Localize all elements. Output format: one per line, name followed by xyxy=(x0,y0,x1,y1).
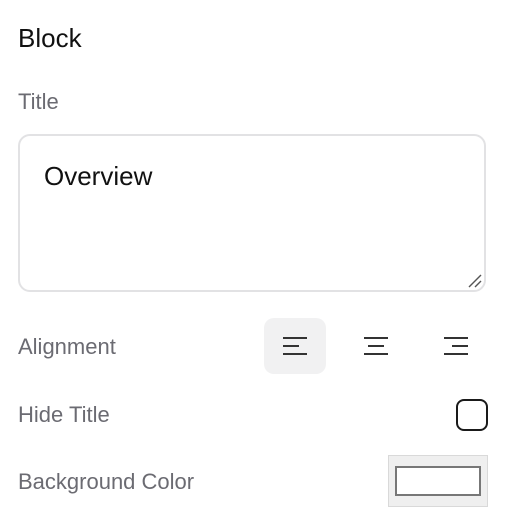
section-heading: Block xyxy=(18,23,82,53)
align-right-button[interactable] xyxy=(425,318,487,374)
title-label: Title xyxy=(18,89,59,114)
title-textarea-container: Overview xyxy=(18,134,486,292)
align-left-button[interactable] xyxy=(264,318,326,374)
block-settings-panel: Block Title Overview Alignment Hide Titl… xyxy=(0,0,506,530)
align-right-icon xyxy=(444,337,468,355)
title-textarea[interactable]: Overview xyxy=(20,136,484,290)
background-color-label: Background Color xyxy=(18,469,195,494)
hide-title-checkbox[interactable] xyxy=(456,399,488,431)
background-color-picker[interactable] xyxy=(388,455,488,507)
align-center-icon xyxy=(364,337,388,355)
resize-handle-icon[interactable] xyxy=(466,272,482,288)
hide-title-label: Hide Title xyxy=(18,402,110,427)
align-left-icon xyxy=(283,337,307,355)
alignment-label: Alignment xyxy=(18,334,116,359)
align-center-button[interactable] xyxy=(345,318,407,374)
background-color-swatch xyxy=(395,466,481,496)
